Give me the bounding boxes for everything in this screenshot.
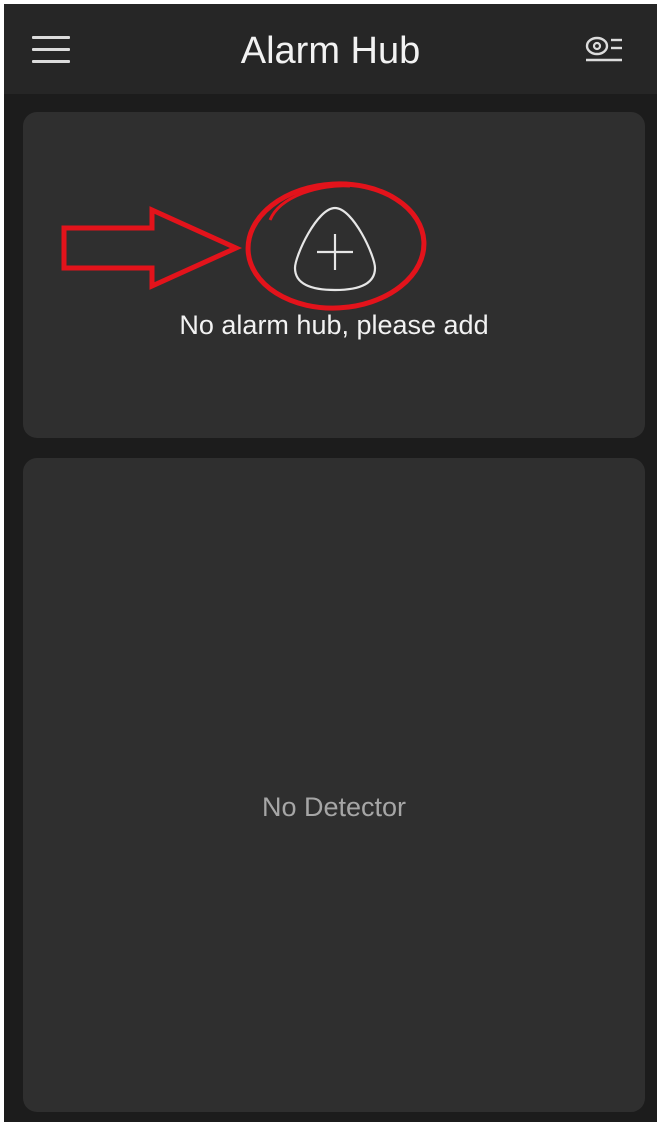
page-title: Alarm Hub — [240, 30, 421, 72]
alarm-hub-card: No alarm hub, please add — [23, 112, 645, 438]
camera-list-icon[interactable] — [584, 32, 628, 68]
app-screen: Alarm Hub No alarm hub, please add No De… — [4, 4, 657, 1122]
detector-card: No Detector — [23, 458, 645, 1112]
menu-line — [32, 48, 70, 51]
menu-line — [32, 36, 70, 39]
hamburger-menu-icon[interactable] — [32, 33, 70, 65]
add-circle-icon[interactable] — [289, 204, 381, 296]
empty-hub-message: No alarm hub, please add — [179, 310, 489, 340]
menu-line — [32, 60, 70, 63]
empty-detector-message: No Detector — [261, 792, 407, 822]
top-bar: Alarm Hub — [4, 4, 657, 94]
